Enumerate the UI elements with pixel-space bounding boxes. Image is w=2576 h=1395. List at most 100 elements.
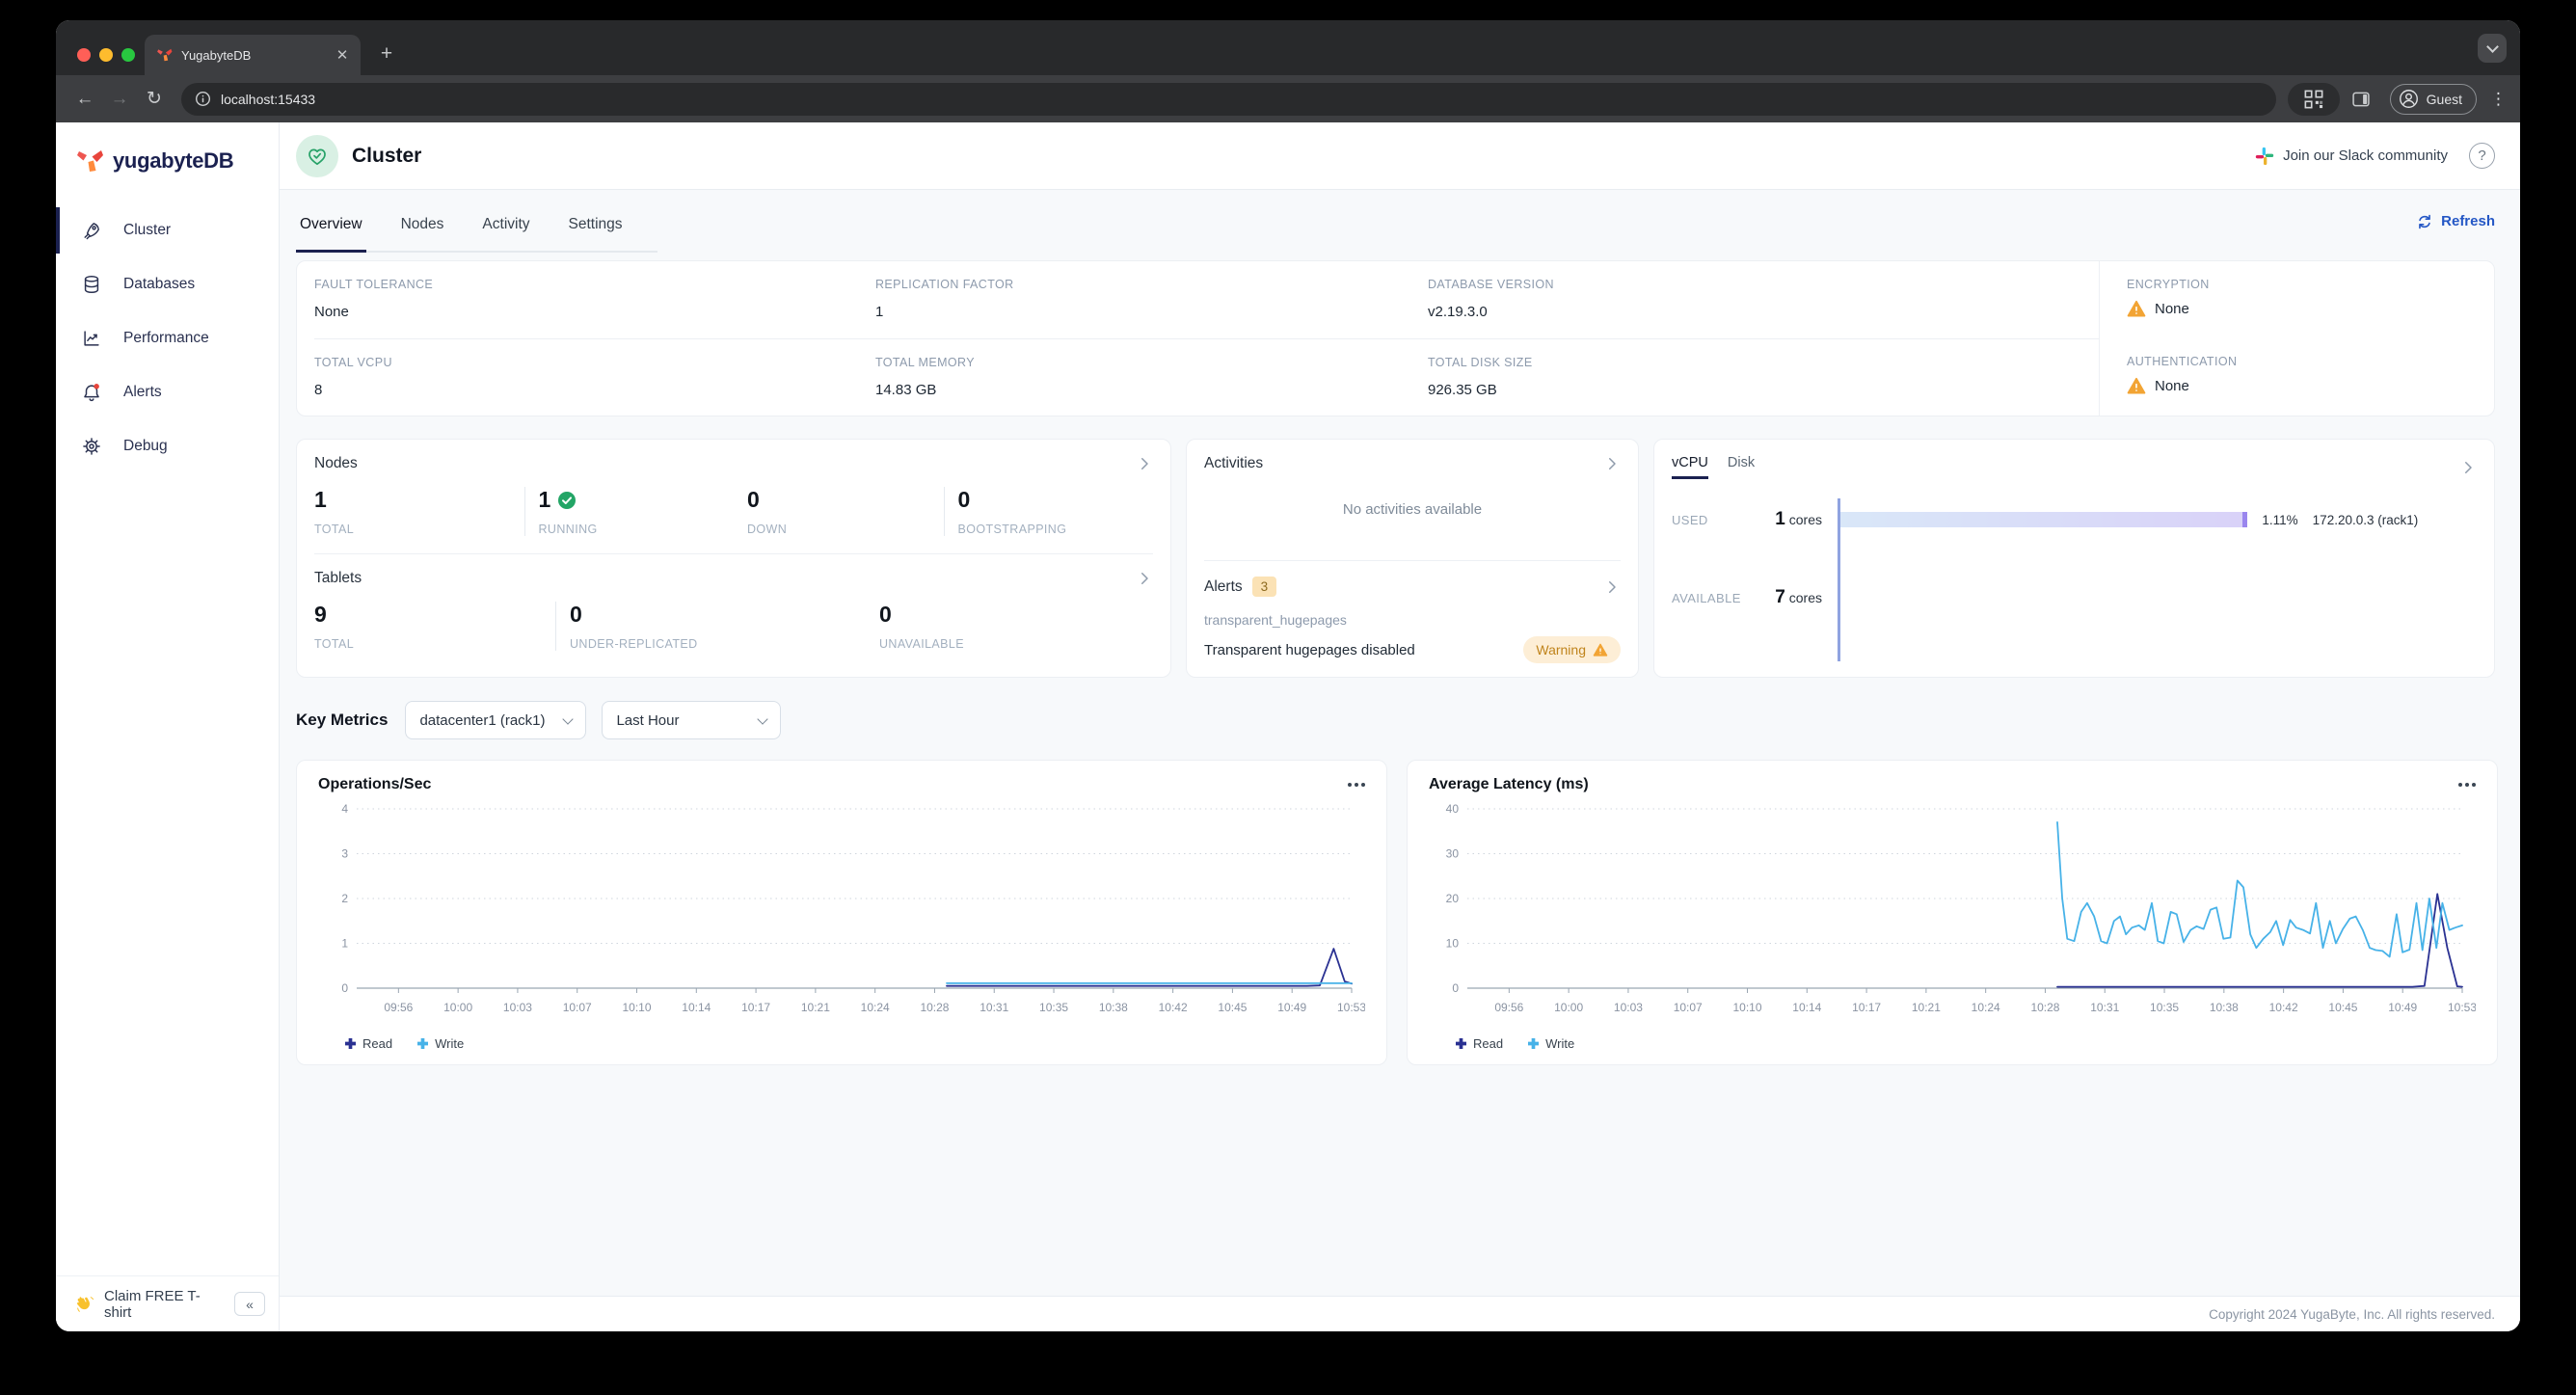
tab-search-button[interactable] [2478,34,2507,63]
address-bar[interactable]: localhost:15433 [181,82,2276,116]
svg-text:09:56: 09:56 [384,1001,413,1014]
stat-nodes-down: 0 DOWN [747,487,788,536]
reload-button[interactable]: ↻ [139,84,170,115]
maximize-window-button[interactable] [121,48,135,62]
sidebar-item-databases[interactable]: Databases [56,257,279,311]
tab-close-icon[interactable]: ✕ [334,46,351,64]
key-metrics-title: Key Metrics [296,711,389,729]
usage-card: vCPU Disk USED 1 cores AVAILABLE 7 cores… [1653,439,2495,678]
tab-nodes[interactable]: Nodes [397,216,448,251]
refresh-icon [2419,214,2430,228]
svg-text:10:21: 10:21 [801,1001,830,1014]
slack-link-label: Join our Slack community [2283,148,2448,164]
svg-text:10:17: 10:17 [741,1001,770,1014]
nodes-chevron-right-icon[interactable] [1136,455,1153,472]
svg-text:10:42: 10:42 [1159,1001,1188,1014]
stat-nodes-total: 1 TOTAL [314,487,355,536]
svg-text:10:07: 10:07 [1674,1001,1703,1014]
time-range-select[interactable]: Last Hour [602,701,782,739]
svg-text:10:42: 10:42 [2269,1001,2298,1014]
alert-name[interactable]: transparent_hugepages [1204,612,1621,628]
key-metrics-row: Key Metrics datacenter1 (rack1) Last Hou… [296,701,2495,739]
more-options-icon[interactable] [1348,783,1365,787]
tab-vcpu[interactable]: vCPU [1672,455,1708,479]
back-button[interactable]: ← [69,84,100,115]
browser-toolbar: ← → ↻ localhost:15433 Guest ⋮ [56,75,2520,122]
legend-item-write[interactable]: Write [417,1036,464,1051]
warning-icon [2127,377,2146,394]
info-database-version: DATABASE VERSION v2.19.3.0 [1428,261,2099,339]
sidebar-item-performance[interactable]: Performance [56,311,279,365]
tab-activity[interactable]: Activity [478,216,533,251]
svg-text:10:38: 10:38 [1099,1001,1128,1014]
qr-code-button[interactable] [2287,82,2340,116]
info-total-vcpu: TOTAL VCPU 8 [314,355,392,398]
main-area: Cluster Join our Slack community ? Overv… [280,122,2520,1331]
svg-text:10:17: 10:17 [1852,1001,1881,1014]
svg-text:10:45: 10:45 [2328,1001,2357,1014]
slack-community-link[interactable]: Join our Slack community [2255,147,2448,166]
profile-button[interactable]: Guest [2389,83,2477,115]
svg-text:10:49: 10:49 [1277,1001,1306,1014]
cluster-tabs-row: Overview Nodes Activity Settings Refresh [280,190,2520,253]
sidebar-collapse-button[interactable]: « [234,1292,265,1316]
latency-chart-card: Average Latency (ms) 0 10 20 30 40 09:56 10:00… [1407,760,2498,1065]
usage-chevron-right-icon[interactable] [2459,459,2477,476]
user-avatar-icon [2399,90,2418,108]
svg-text:10:21: 10:21 [1912,1001,1941,1014]
qr-code-icon [2304,90,2323,108]
sidebar-item-cluster[interactable]: Cluster [56,203,279,257]
sidebar-item-label: Debug [123,438,168,454]
region-select[interactable]: datacenter1 (rack1) [405,701,587,739]
browser-menu-button[interactable]: ⋮ [2490,90,2507,109]
forward-button[interactable]: → [104,84,135,115]
refresh-button[interactable]: Refresh [2416,213,2495,230]
database-icon [81,274,102,295]
more-options-icon[interactable] [2458,783,2476,787]
svg-text:30: 30 [1446,847,1460,861]
chart-title: Operations/Sec [318,776,432,792]
tab-title: YugabyteDB [181,47,252,63]
tab-overview[interactable]: Overview [296,216,366,253]
url-text: localhost:15433 [221,91,316,107]
info-encryption: ENCRYPTION None [2127,278,2210,317]
claim-tshirt-banner[interactable]: Claim FREE T-shirt « [56,1275,279,1331]
side-panel-button[interactable] [2344,83,2378,116]
svg-text:1: 1 [341,937,348,951]
used-row-labels: USED 1 cores [1672,509,1822,529]
svg-text:10:07: 10:07 [563,1001,592,1014]
svg-text:10:28: 10:28 [920,1001,949,1014]
performance-chart-icon [81,328,102,349]
tab-settings[interactable]: Settings [565,216,627,251]
activities-chevron-right-icon[interactable] [1603,455,1621,472]
alerts-chevron-right-icon[interactable] [1603,578,1621,596]
alert-row: Transparent hugepages disabled Warning [1204,636,1621,663]
legend-item-read[interactable]: Read [1456,1036,1503,1051]
page-title: Cluster [352,144,422,167]
nodes-tablets-card: Nodes 1 TOTAL 1 RUNNING 0 DOWN 0 BOOTSTR… [296,439,1171,678]
svg-text:10:35: 10:35 [1039,1001,1068,1014]
svg-text:2: 2 [341,892,348,905]
legend-item-read[interactable]: Read [345,1036,392,1051]
site-info-icon[interactable] [195,91,211,107]
help-button[interactable]: ? [2469,143,2495,169]
sidebar-item-debug[interactable]: Debug [56,419,279,473]
tablets-chevron-right-icon[interactable] [1136,570,1153,587]
sidebar-item-alerts[interactable]: Alerts [56,365,279,419]
chart-legend: Read Write [318,1036,1365,1051]
svg-text:10:00: 10:00 [443,1001,472,1014]
close-window-button[interactable] [77,48,91,62]
waving-hand-icon [77,1296,94,1312]
available-bar-row [1840,541,2477,655]
tab-disk[interactable]: Disk [1728,455,1755,479]
browser-tab[interactable]: YugabyteDB ✕ [145,35,361,75]
svg-text:10:38: 10:38 [2210,1001,2239,1014]
legend-item-write[interactable]: Write [1528,1036,1574,1051]
info-total-disk-size: TOTAL DISK SIZE 926.35 GB [1428,355,1533,398]
new-tab-button[interactable]: + [374,41,399,67]
minimize-window-button[interactable] [99,48,113,62]
svg-text:10:28: 10:28 [2030,1001,2059,1014]
check-circle-icon [558,491,577,509]
stat-tablets-unavailable: 0 UNAVAILABLE [879,602,964,651]
window-controls [77,48,135,62]
